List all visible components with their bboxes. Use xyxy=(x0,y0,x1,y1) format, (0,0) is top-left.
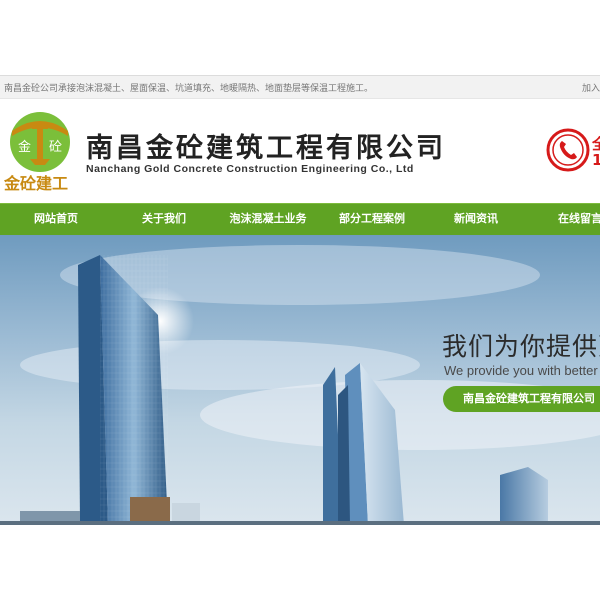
nav-foam-concrete[interactable]: 泡沫混凝土业务 xyxy=(216,204,320,235)
nav-home[interactable]: 网站首页 xyxy=(0,204,112,235)
banner-company-button[interactable]: 南昌金砼建筑工程有限公司 xyxy=(443,386,600,412)
logo-emblem[interactable]: 金 砼 金砼建工 xyxy=(3,109,77,195)
hotline-number-partial: 1 xyxy=(592,151,600,169)
skyscraper-scene xyxy=(0,245,600,525)
nav-cases[interactable]: 部分工程案例 xyxy=(320,204,424,235)
site-header: 金 砼 金砼建工 南昌金砼建筑工程有限公司 Nanchang Gold Conc… xyxy=(0,99,600,203)
top-notice-bar: 南昌金砼公司承接泡沫混凝土、屋面保温、坑道填充、地暖隔热、地面垫层等保温工程施工… xyxy=(0,75,600,99)
main-nav: 网站首页 关于我们 泡沫混凝土业务 部分工程案例 新闻资讯 在线留言 xyxy=(0,203,600,235)
banner-slogan-cn: 我们为你提供更 xyxy=(442,332,600,361)
phone-icon xyxy=(546,128,590,172)
company-name-en: Nanchang Gold Concrete Construction Engi… xyxy=(86,163,414,175)
nav-news[interactable]: 新闻资讯 xyxy=(424,204,528,235)
nav-about[interactable]: 关于我们 xyxy=(112,204,216,235)
hero-banner: 我们为你提供更 We provide you with better 南昌金砼建… xyxy=(0,235,600,525)
service-notice: 南昌金砼公司承接泡沫混凝土、屋面保温、坑道填充、地暖隔热、地面垫层等保温工程施工… xyxy=(4,84,374,94)
company-name-cn: 南昌金砼建筑工程有限公司 xyxy=(86,133,446,164)
logo-char-right: 砼 xyxy=(49,140,62,155)
logo-caption: 金砼建工 xyxy=(3,174,68,193)
add-favorite-link[interactable]: 加入 xyxy=(582,81,600,94)
banner-slogan-en: We provide you with better xyxy=(444,363,598,378)
nav-message[interactable]: 在线留言 xyxy=(528,204,600,235)
logo-char-left: 金 xyxy=(18,139,31,155)
